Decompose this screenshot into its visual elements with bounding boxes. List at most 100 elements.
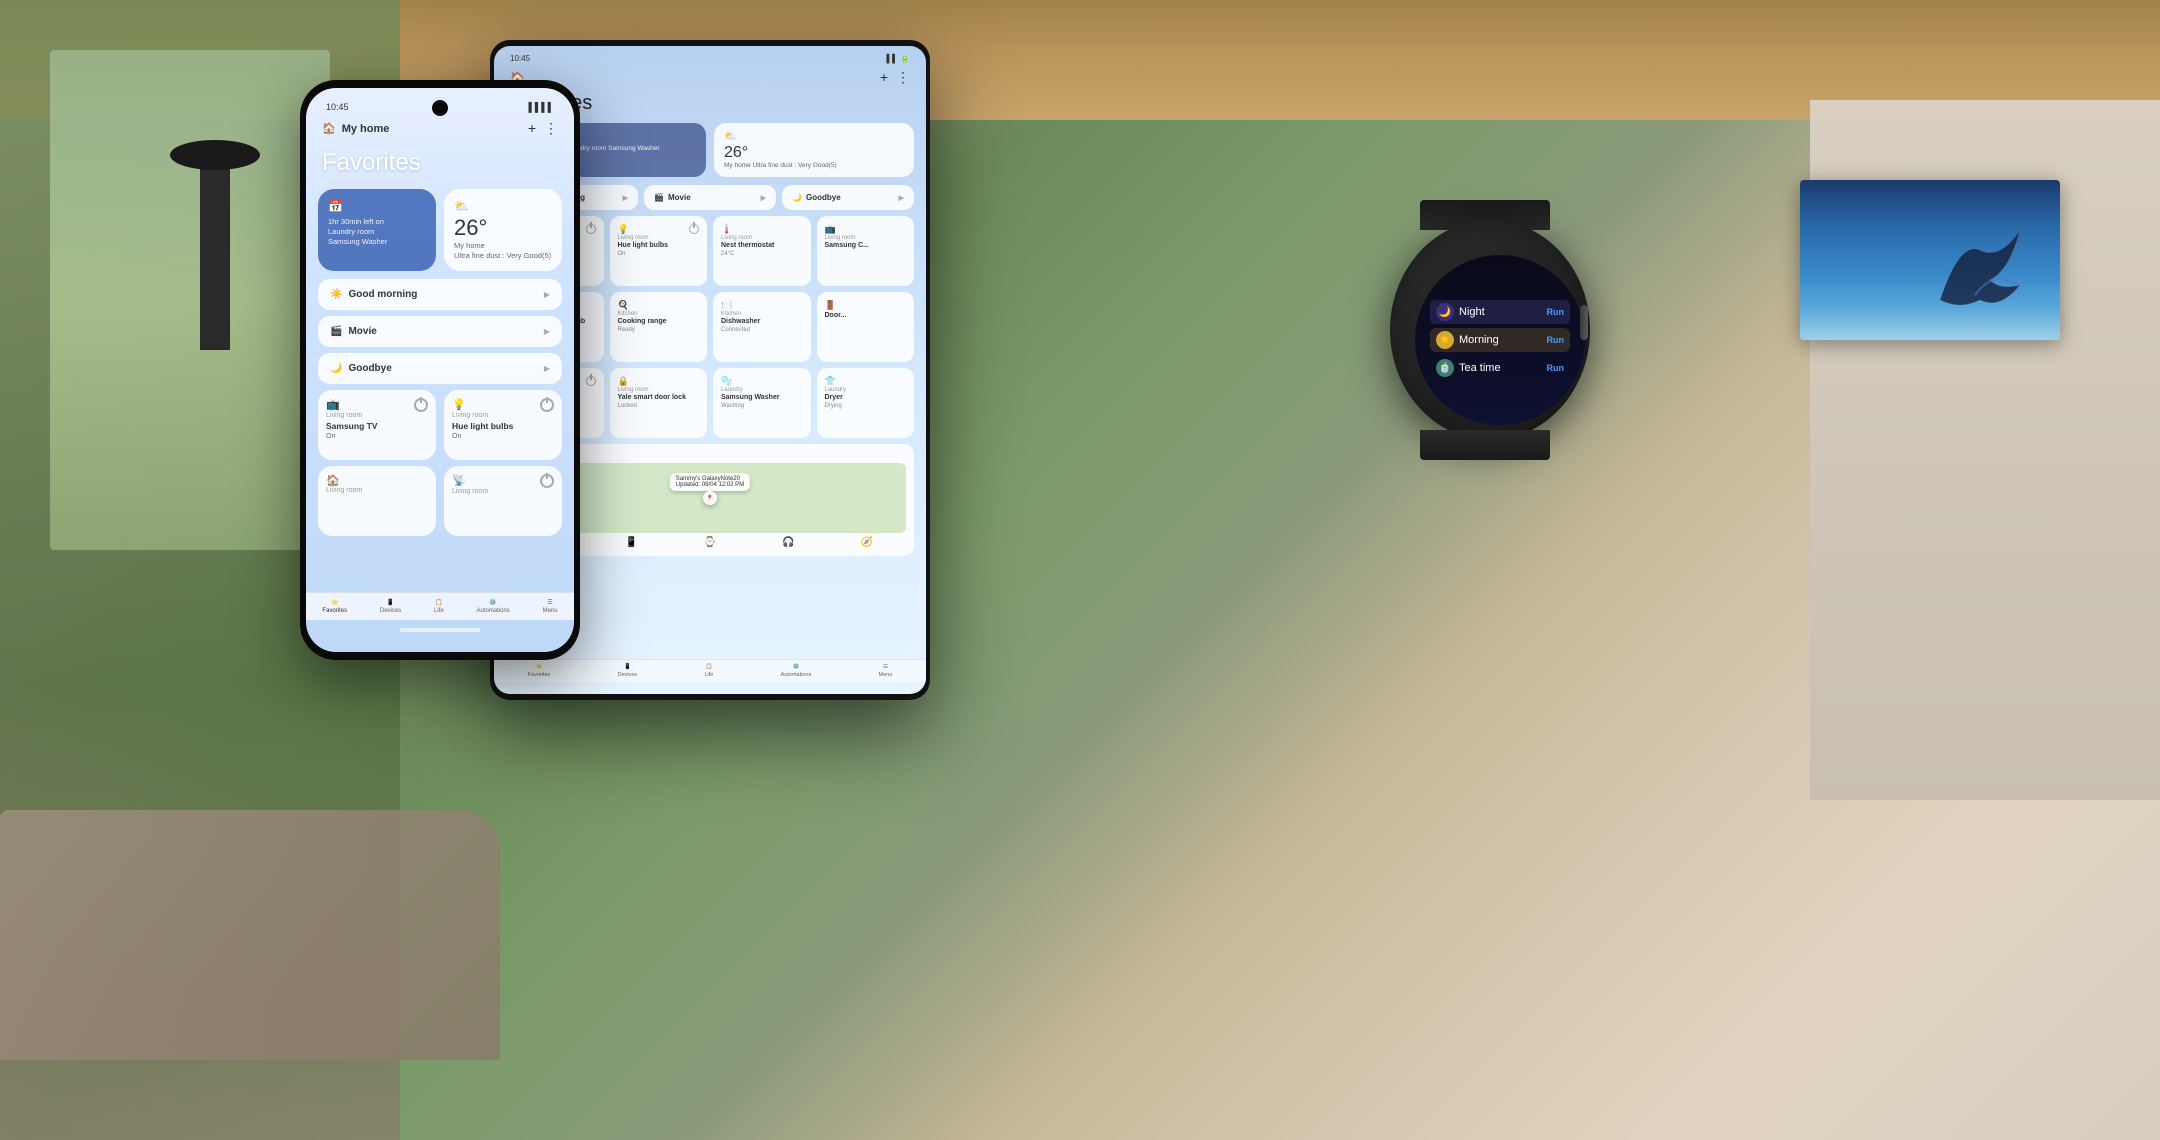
phone-screen: 10:45 ▌▌▌▌ 🏠 My home + ⋮ Favorites 📅 1hr… (306, 88, 574, 652)
tablet-nav-automations[interactable]: ⚙️ Automations (781, 664, 812, 678)
tablet-nav-automations-label: Automations (781, 672, 812, 678)
add-icon[interactable]: + (528, 120, 536, 137)
phone-scene-goodbye[interactable]: 🌙 Goodbye ▶ (318, 353, 562, 384)
nav-menu-icon: ☰ (547, 599, 552, 606)
phone-signal: ▌▌▌▌ (528, 102, 554, 112)
phone-header-left: 🏠 My home (322, 122, 389, 135)
tablet-extra-room: Living room (825, 235, 907, 241)
extra-device-icon: 🏠 (326, 474, 340, 487)
tablet-map-btn-phone[interactable]: 📱 (625, 537, 637, 548)
phone-nav-devices[interactable]: 📱 Devices (380, 599, 401, 614)
phone-nav-automations[interactable]: ⚙️ Automations (476, 599, 509, 614)
tablet-device-washer[interactable]: 🫧 Laundry Samsung Washer Washing (713, 368, 811, 438)
tablet-device-cooking-range[interactable]: 🍳 Kitchen Cooking range Ready (610, 292, 708, 362)
nav-favorites-icon: ⭐ (331, 599, 338, 606)
tablet-card-weather[interactable]: ⛅ 26° My home Ultra fine dust : Very Goo… (714, 123, 914, 177)
watch-crown[interactable] (1580, 305, 1588, 340)
phone-home-bar (400, 628, 480, 632)
tablet-tv-power[interactable] (586, 224, 596, 234)
phone-card-weather[interactable]: ⛅ 26° My homeUltra fine dust : Very Good… (444, 189, 562, 271)
tablet-lock-room: Living room (618, 387, 700, 393)
tablet-nav-devices[interactable]: 📱 Devices (618, 664, 638, 678)
watch-scene-morning[interactable]: ☀️ Morning Run (1430, 328, 1570, 352)
phone-device-living-room-extra2[interactable]: 📡 Living room (444, 466, 562, 536)
watch-screen: 🌙 Night Run ☀️ Morning Run 🍵 Tea time (1415, 255, 1585, 425)
tablet-device-hue-bulbs[interactable]: 💡 Living room Hue light bulbs On (610, 216, 708, 286)
watch-night-name: Night (1459, 306, 1485, 318)
tablet-device-door[interactable]: 🚪 Door... (817, 292, 915, 362)
tablet-camera-power[interactable] (586, 376, 596, 386)
phone-nav-life[interactable]: 📋 Life (434, 599, 444, 614)
phone-notch (432, 100, 448, 116)
scene-movie-icon: 🎬 (330, 326, 342, 337)
watch-body: 🌙 Night Run ☀️ Morning Run 🍵 Tea time (1390, 220, 1590, 440)
tablet-device-dryer[interactable]: 👕 Laundry Dryer Drying (817, 368, 915, 438)
tablet-range-room: Kitchen (618, 311, 700, 317)
tablet-device-samsung-c[interactable]: 📺 Living room Samsung C... (817, 216, 915, 286)
watch-strap-bottom (1420, 430, 1550, 460)
phone-device-row-2: 🏠 Living room 📡 Living room (306, 466, 574, 542)
tablet-scene-morning-arrow: ▶ (623, 194, 628, 202)
watch-morning-run-btn[interactable]: Run (1547, 335, 1565, 345)
tablet-range-status: Ready (618, 327, 700, 333)
watch-device: 🌙 Night Run ☀️ Morning Run 🍵 Tea time (1380, 200, 1600, 460)
phone-nav-favorites[interactable]: ⭐ Favorites (322, 599, 347, 614)
tablet-map-btn-watch[interactable]: ⌚ (704, 537, 716, 548)
tablet-weather-icon: ⛅ (724, 131, 904, 142)
tablet-add-icon[interactable]: + (880, 69, 888, 86)
tablet-device-nest-thermostat[interactable]: 🌡️ Living room Nest thermostat 24°C (713, 216, 811, 286)
tablet-device-dishwasher[interactable]: 🍽️ Kitchen Dishwasher Connected (713, 292, 811, 362)
more-icon[interactable]: ⋮ (544, 120, 558, 137)
tv-device-name: Samsung TV (326, 421, 428, 431)
phone-device-hue-bulbs[interactable]: 💡 Living room Hue light bulbs On (444, 390, 562, 460)
extra2-power-icon[interactable] (540, 474, 554, 488)
tablet-dishwasher-name: Dishwasher (721, 318, 803, 325)
tablet-nav-menu[interactable]: ☰ Menu (879, 664, 893, 678)
phone-device-row-1: 📺 Living room Samsung TV On 💡 Living roo… (306, 390, 574, 466)
tv-power-icon[interactable] (414, 398, 428, 412)
tablet-weather-text: My home Ultra fine dust : Very Good(5) (724, 162, 904, 169)
nav-menu-label: Menu (543, 608, 558, 614)
tablet-nav-life[interactable]: 📋 Life (704, 664, 713, 678)
tablet-device-yale-lock[interactable]: 🔒 Living room Yale smart door lock Locke… (610, 368, 708, 438)
nav-devices-icon: 📱 (387, 599, 394, 606)
phone-card-washer[interactable]: 📅 1hr 30min left onLaundry roomSamsung W… (318, 189, 436, 271)
tablet-header-icons: + ⋮ (880, 69, 910, 86)
watch-tea-run-btn[interactable]: Run (1547, 363, 1565, 373)
phone-device-living-room-extra[interactable]: 🏠 Living room (318, 466, 436, 536)
tablet-status-bar: 10:45 ▌▌ 🔋 (494, 46, 926, 67)
tablet-scene-movie[interactable]: 🎬 Movie ▶ (644, 185, 776, 210)
phone-nav-menu[interactable]: ☰ Menu (543, 599, 558, 614)
tablet-range-icon: 🍳 (618, 300, 700, 311)
tablet-thermostat-icon: 🌡️ (721, 224, 732, 235)
tablet-lock-icon: 🔒 (618, 376, 700, 387)
scene-good-morning-icon: ☀️ (330, 289, 342, 300)
tablet-more-icon[interactable]: ⋮ (896, 69, 910, 86)
extra2-device-icon: 📡 (452, 474, 466, 487)
bulb-power-icon[interactable] (540, 398, 554, 412)
watch-night-icon: 🌙 (1436, 303, 1454, 321)
tablet-dishwasher-icon: 🍽️ (721, 300, 803, 311)
watch-scene-tea[interactable]: 🍵 Tea time Run (1430, 356, 1570, 380)
tablet-nav-favorites[interactable]: ⭐ Favorites (528, 664, 551, 678)
bulb-status: On (452, 433, 554, 440)
wall-art-tv (1800, 180, 2060, 340)
scene-goodbye-arrow: ▶ (544, 364, 550, 373)
tablet-nav-favorites-label: Favorites (528, 672, 551, 678)
watch-night-run-btn[interactable]: Run (1547, 307, 1565, 317)
tablet-map-btn-other[interactable]: 🎧 (782, 537, 794, 548)
tablet-bulb-room: Living room (618, 235, 700, 241)
phone-scene-good-morning[interactable]: ☀️ Good morning ▶ (318, 279, 562, 310)
phone-home-title: My home (342, 123, 390, 135)
tablet-bulb-power[interactable] (689, 224, 699, 234)
bulb-icon: 💡 (452, 398, 466, 411)
phone-top-cards-row: 📅 1hr 30min left onLaundry roomSamsung W… (306, 189, 574, 279)
tablet-dryer-icon: 👕 (825, 376, 907, 387)
tablet-scene-goodbye[interactable]: 🌙 Goodbye ▶ (782, 185, 914, 210)
watch-scene-night[interactable]: 🌙 Night Run (1430, 300, 1570, 324)
watch-tea-icon: 🍵 (1436, 359, 1454, 377)
phone-scene-movie[interactable]: 🎬 Movie ▶ (318, 316, 562, 347)
tablet-map-btn-compass[interactable]: 🧭 (861, 537, 873, 548)
tablet-lock-status: Locked (618, 403, 700, 409)
phone-device-samsung-tv[interactable]: 📺 Living room Samsung TV On (318, 390, 436, 460)
